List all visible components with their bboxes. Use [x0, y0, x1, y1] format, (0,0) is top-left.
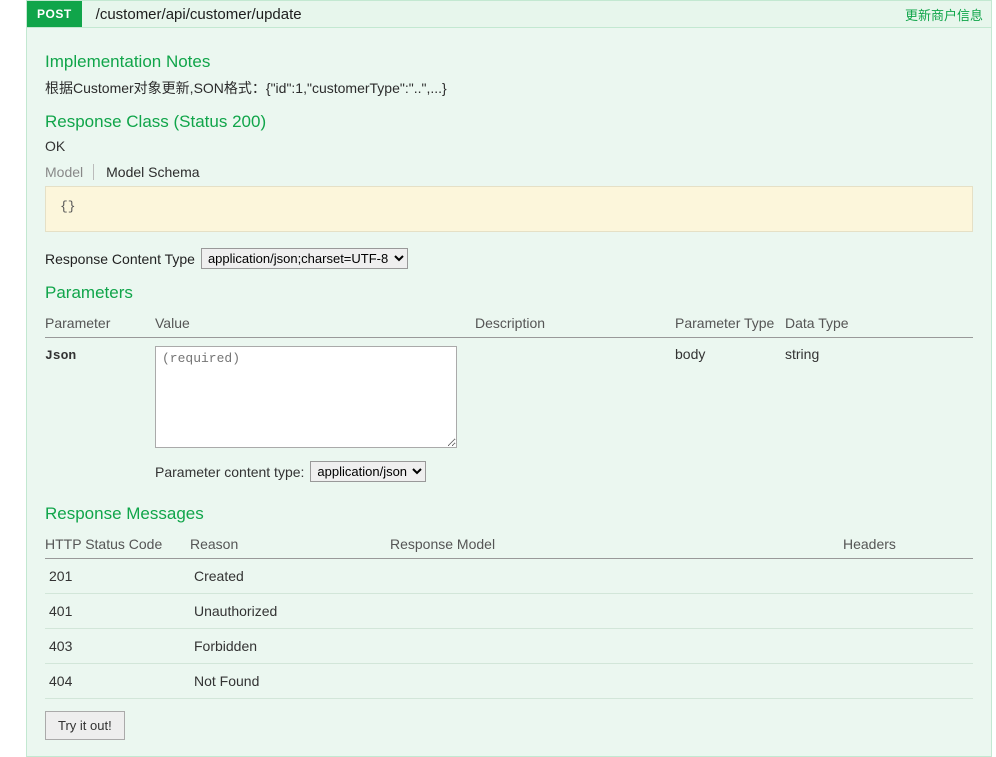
params-row: Json Parameter content type: application…	[45, 338, 973, 491]
param-content-type-select[interactable]: application/json	[310, 461, 426, 482]
resp-code: 401	[45, 594, 190, 629]
resp-code: 403	[45, 629, 190, 664]
tab-model[interactable]: Model	[45, 164, 94, 180]
resp-row: 201 Created	[45, 559, 973, 594]
resp-headers	[843, 594, 973, 629]
resp-headers	[843, 629, 973, 664]
model-schema-box[interactable]: {}	[45, 186, 973, 232]
resp-header-code: HTTP Status Code	[45, 530, 190, 559]
param-name: Json	[45, 348, 76, 363]
resp-model	[390, 664, 843, 699]
param-paramtype: body	[675, 338, 785, 491]
param-content-type-label: Parameter content type:	[155, 464, 304, 480]
resp-row: 401 Unauthorized	[45, 594, 973, 629]
resp-row: 404 Not Found	[45, 664, 973, 699]
parameters-heading: Parameters	[45, 283, 973, 303]
operation-header[interactable]: POST /customer/api/customer/update 更新商户信…	[26, 0, 992, 28]
resp-reason: Unauthorized	[190, 594, 390, 629]
param-description	[475, 338, 675, 491]
param-value-input[interactable]	[155, 346, 457, 448]
response-class-heading: Response Class (Status 200)	[45, 112, 973, 132]
operation-summary[interactable]: 更新商户信息	[905, 5, 991, 24]
implementation-notes-text: 根据Customer对象更新,SON格式：{"id":1,"customerTy…	[45, 78, 973, 98]
endpoint-path[interactable]: /customer/api/customer/update	[82, 6, 905, 23]
parameters-table: Parameter Value Description Parameter Ty…	[45, 309, 973, 490]
resp-headers	[843, 559, 973, 594]
resp-header-model: Response Model	[390, 530, 843, 559]
implementation-notes-heading: Implementation Notes	[45, 52, 973, 72]
resp-header-reason: Reason	[190, 530, 390, 559]
params-header-type: Parameter Type	[675, 309, 785, 338]
resp-reason: Created	[190, 559, 390, 594]
params-header-value: Value	[155, 309, 475, 338]
response-messages-heading: Response Messages	[45, 504, 973, 524]
http-method-badge: POST	[27, 1, 82, 27]
resp-reason: Forbidden	[190, 629, 390, 664]
params-header-description: Description	[475, 309, 675, 338]
resp-model	[390, 629, 843, 664]
resp-headers	[843, 664, 973, 699]
param-datatype: string	[785, 338, 973, 491]
params-header-datatype: Data Type	[785, 309, 973, 338]
resp-model	[390, 594, 843, 629]
response-content-type-row: Response Content Type application/json;c…	[45, 248, 973, 269]
tab-model-schema[interactable]: Model Schema	[106, 164, 209, 180]
resp-code: 201	[45, 559, 190, 594]
response-messages-table: HTTP Status Code Reason Response Model H…	[45, 530, 973, 699]
resp-reason: Not Found	[190, 664, 390, 699]
params-header-parameter: Parameter	[45, 309, 155, 338]
resp-row: 403 Forbidden	[45, 629, 973, 664]
response-content-type-label: Response Content Type	[45, 251, 195, 267]
resp-model	[390, 559, 843, 594]
try-it-out-button[interactable]: Try it out!	[45, 711, 125, 740]
resp-header-headers: Headers	[843, 530, 973, 559]
model-tabs: Model Model Schema	[45, 164, 973, 180]
response-class-status: OK	[45, 138, 973, 154]
operation-body: Implementation Notes 根据Customer对象更新,SON格…	[26, 28, 992, 757]
response-content-type-select[interactable]: application/json;charset=UTF-8	[201, 248, 408, 269]
resp-code: 404	[45, 664, 190, 699]
